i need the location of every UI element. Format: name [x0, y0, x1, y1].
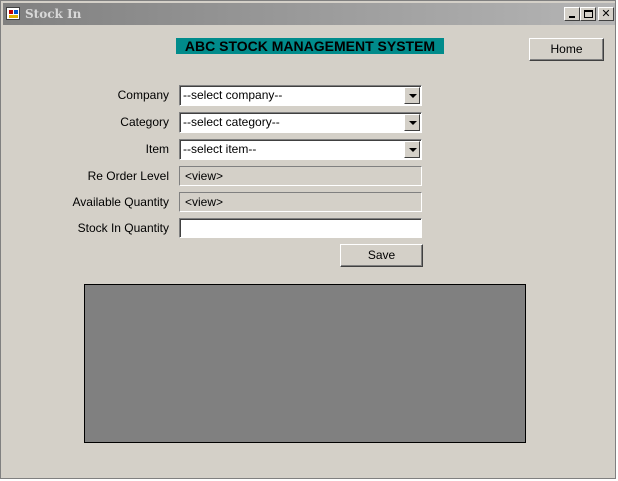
- item-label: Item: [145, 142, 169, 156]
- save-button[interactable]: Save: [340, 244, 423, 267]
- company-dropdown-button[interactable]: [404, 87, 420, 104]
- stock-in-quantity-input[interactable]: [179, 218, 422, 238]
- page-title: ABC STOCK MANAGEMENT SYSTEM: [176, 38, 444, 54]
- chevron-down-icon: [409, 148, 417, 152]
- app-icon[interactable]: [6, 7, 20, 20]
- chevron-down-icon: [409, 94, 417, 98]
- category-dropdown-button[interactable]: [404, 114, 420, 131]
- stock-in-window: Stock In ✕ ABC STOCK MANAGEMENT SYSTEM H…: [0, 0, 616, 479]
- title-bar[interactable]: Stock In: [3, 3, 615, 25]
- category-select-value: --select category--: [183, 115, 280, 129]
- maximize-button[interactable]: [580, 7, 596, 21]
- stock-in-quantity-label: Stock In Quantity: [77, 221, 169, 235]
- company-select-value: --select company--: [183, 88, 283, 102]
- close-icon: ✕: [601, 7, 611, 20]
- item-select-value: --select item--: [183, 142, 257, 156]
- reorder-level-field: <view>: [179, 166, 422, 186]
- chevron-down-icon: [409, 121, 417, 125]
- available-quantity-label: Available Quantity: [72, 195, 169, 209]
- item-select[interactable]: --select item--: [179, 139, 422, 160]
- category-select[interactable]: --select category--: [179, 112, 422, 133]
- item-dropdown-button[interactable]: [404, 141, 420, 158]
- company-label: Company: [117, 88, 169, 102]
- reorder-level-label: Re Order Level: [87, 169, 169, 183]
- category-label: Category: [120, 115, 169, 129]
- company-select[interactable]: --select company--: [179, 85, 422, 106]
- close-button[interactable]: ✕: [598, 7, 614, 21]
- stock-data-grid[interactable]: [84, 284, 526, 443]
- home-button[interactable]: Home: [529, 38, 604, 61]
- minimize-icon: [569, 16, 575, 18]
- window-title: Stock In: [25, 7, 82, 21]
- available-quantity-field: <view>: [179, 192, 422, 212]
- maximize-icon: [584, 10, 593, 18]
- minimize-button[interactable]: [564, 7, 580, 21]
